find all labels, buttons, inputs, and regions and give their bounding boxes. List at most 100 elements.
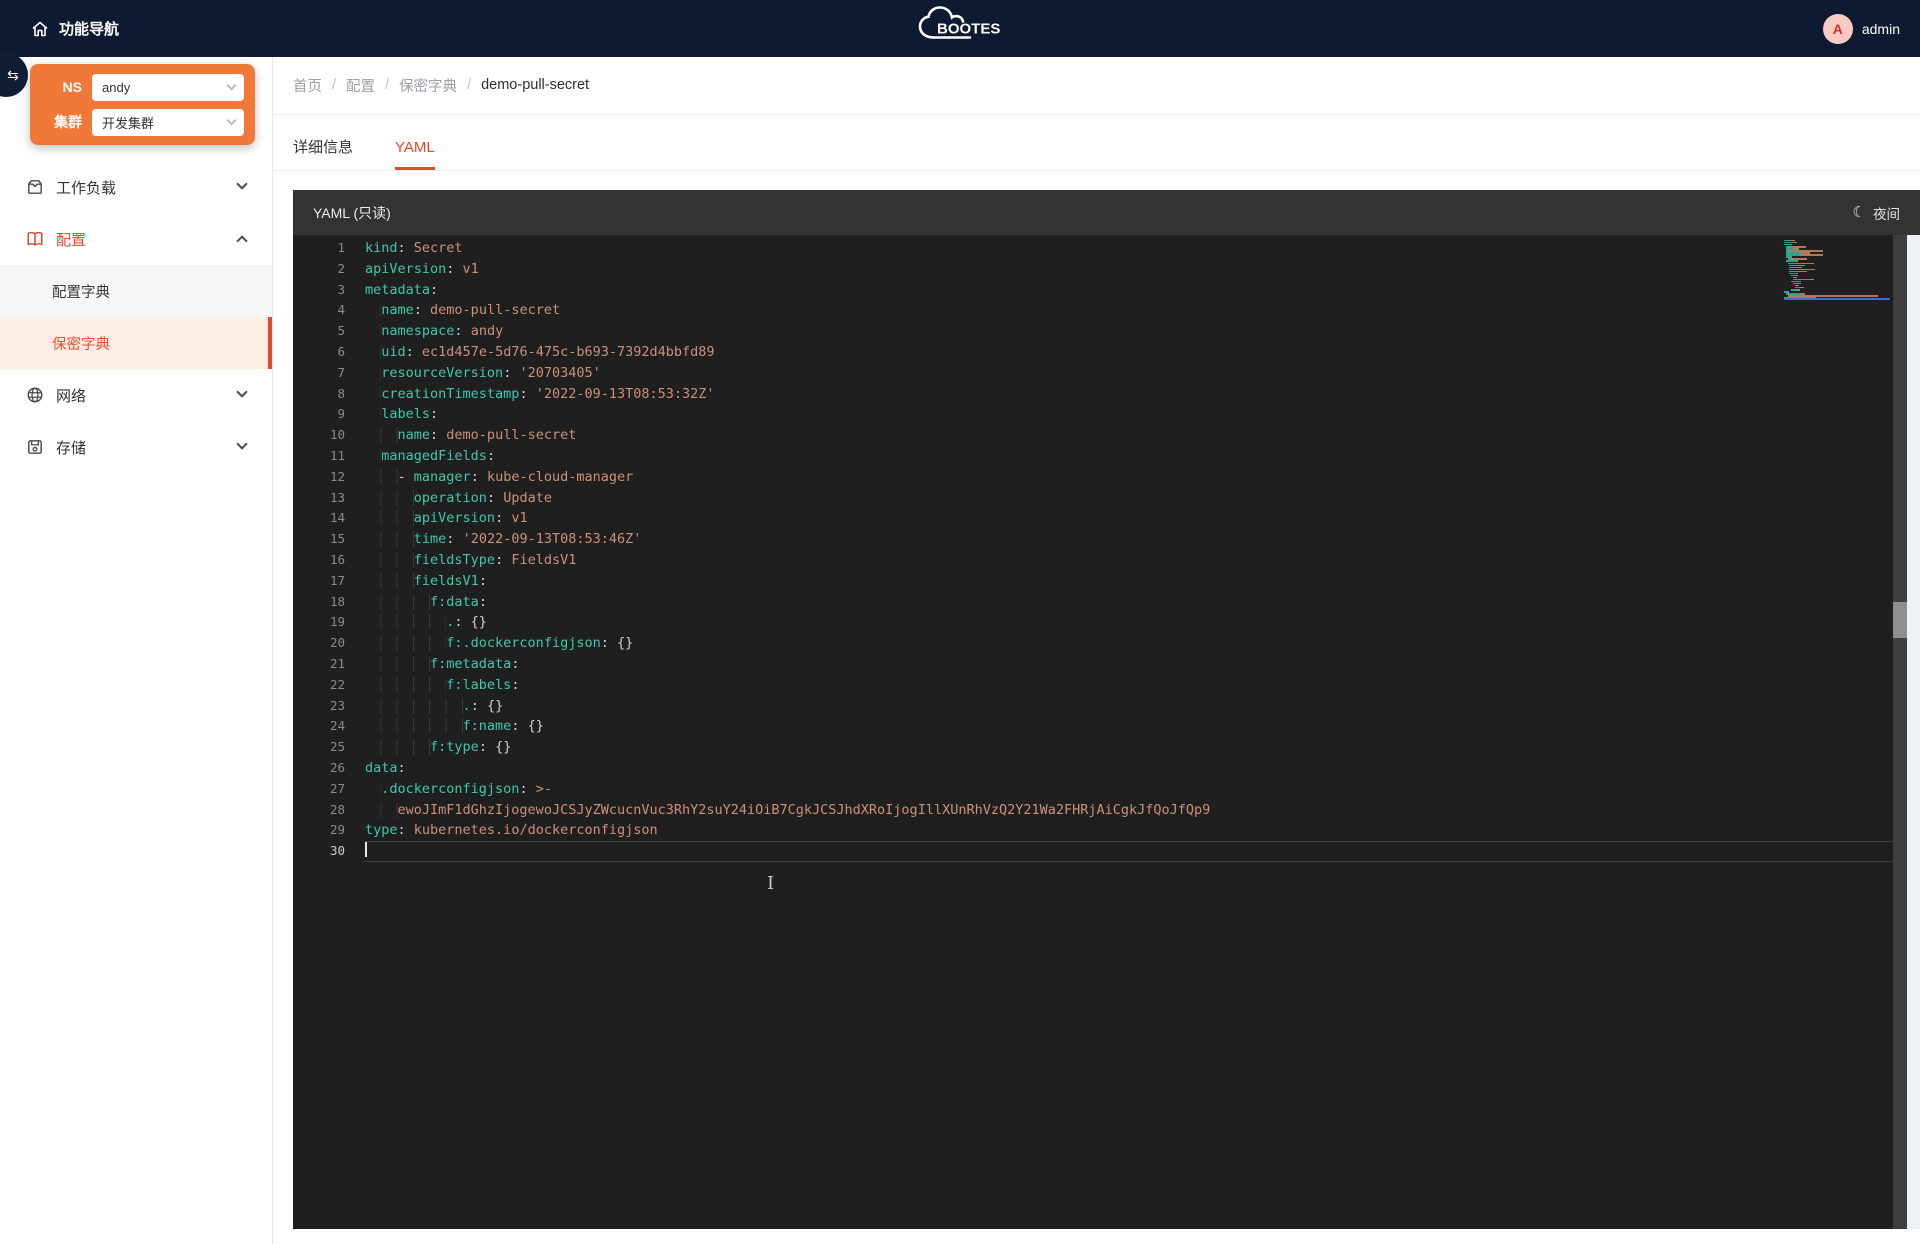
minimap-token [1810, 279, 1814, 280]
line-number: 17 [293, 571, 345, 592]
user-menu[interactable]: A admin [1823, 0, 1900, 57]
line-number: 27 [293, 779, 345, 800]
editor-scrollbar-thumb[interactable] [1893, 602, 1907, 638]
line-number: 12 [293, 467, 345, 488]
editor-scrollbar-track[interactable] [1893, 235, 1907, 1229]
code-token: apiVersion [365, 261, 446, 277]
code-token: '2022-09-13T08:53:46Z' [463, 531, 642, 547]
code-token [365, 344, 381, 360]
code-line: 4 name: demo-pull-secret [293, 300, 1920, 321]
code-token: andy [471, 323, 504, 339]
ns-select[interactable]: andy [92, 74, 244, 101]
line-content: apiVersion: v1 [365, 259, 479, 280]
code-line: 15 time: '2022-09-13T08:53:46Z' [293, 529, 1920, 550]
sidebar-item-network[interactable]: 网络 [0, 369, 272, 421]
swap-arrows-icon: ⇆ [7, 67, 19, 84]
code-token: : [430, 406, 438, 422]
code-token: : [398, 760, 406, 776]
line-content: ewoJImF1dGhzIjogewoJCSJyZWcucnVuc3RhY2su… [365, 800, 1210, 821]
breadcrumb-item: demo-pull-secret [481, 77, 589, 93]
line-content: fieldsType: FieldsV1 [365, 550, 576, 571]
code-token: metadata [365, 282, 430, 298]
breadcrumb-item[interactable]: 保密字典 [399, 75, 457, 96]
code-token: : [471, 469, 487, 485]
line-content: time: '2022-09-13T08:53:46Z' [365, 529, 641, 550]
yaml-editor: YAML (只读) ☾ 夜间 1kind: Secret2apiVersion:… [293, 190, 1920, 1229]
code-token [365, 802, 398, 818]
line-number: 8 [293, 384, 345, 405]
code-line: 1kind: Secret [293, 238, 1920, 259]
minimap[interactable] [1784, 240, 1890, 301]
breadcrumb-item[interactable]: 首页 [293, 75, 322, 96]
line-content: fieldsV1: [365, 571, 487, 592]
line-number: 16 [293, 550, 345, 571]
night-mode-toggle[interactable]: ☾ 夜间 [1853, 203, 1900, 223]
code-line: 18 f:data: [293, 592, 1920, 613]
code-token: f:type [430, 739, 479, 755]
code-line: 16 fieldsType: FieldsV1 [293, 550, 1920, 571]
sidebar-item-secret[interactable]: 保密字典 [0, 317, 272, 369]
code-token: name [398, 427, 431, 443]
code-line: 30 [293, 841, 1920, 862]
cluster-select[interactable]: 开发集群 [92, 109, 244, 136]
line-content: data: [365, 758, 406, 779]
code-token: : [446, 261, 462, 277]
home-icon [30, 19, 50, 39]
page-scrollbar[interactable] [1907, 235, 1920, 1229]
main-content: 首页/配置/保密字典/demo-pull-secret 详细信息YAML YAM… [273, 57, 1920, 1244]
nav-home-button[interactable]: 功能导航 [30, 18, 119, 39]
code-line: 24 f:name: {} [293, 716, 1920, 737]
code-line: 7 resourceVersion: '20703405' [293, 363, 1920, 384]
tab-details[interactable]: 详细信息 [293, 129, 353, 170]
code-line: 8 creationTimestamp: '2022-09-13T08:53:3… [293, 384, 1920, 405]
sidebar-item-config[interactable]: 配置 [0, 213, 272, 265]
line-content: f:labels: [365, 675, 519, 696]
code-token: f:data [430, 594, 479, 610]
editor-title: YAML (只读) [313, 203, 391, 223]
code-token: FieldsV1 [511, 552, 576, 568]
sidebar-item-workload[interactable]: 工作负载 [0, 161, 272, 213]
line-content: f:.dockerconfigjson: {} [365, 633, 633, 654]
line-number: 28 [293, 800, 345, 821]
line-content: resourceVersion: '20703405' [365, 363, 601, 384]
ns-select-value: andy [102, 80, 130, 95]
code-token: : [406, 344, 422, 360]
code-line: 3metadata: [293, 280, 1920, 301]
line-number: 21 [293, 654, 345, 675]
code-token: : [503, 365, 519, 381]
code-token [365, 302, 381, 318]
code-token: v1 [463, 261, 479, 277]
code-token: f:name [463, 718, 512, 734]
code-token: : [495, 552, 511, 568]
breadcrumb-item[interactable]: 配置 [346, 75, 375, 96]
code-token: f:.dockerconfigjson [446, 635, 600, 651]
code-line: 11 managedFields: [293, 446, 1920, 467]
code-token: Update [503, 490, 552, 506]
code-token: : [414, 302, 430, 318]
code-token: - [398, 469, 414, 485]
code-token [365, 656, 430, 672]
tab-yaml[interactable]: YAML [395, 129, 435, 170]
code-token: : [454, 323, 470, 339]
code-token: : [398, 822, 414, 838]
code-token [365, 573, 414, 589]
code-area[interactable]: 1kind: Secret2apiVersion: v13metadata:4 … [293, 235, 1920, 1229]
line-content: f:data: [365, 592, 487, 613]
sidebar-item-label: 网络 [56, 385, 86, 406]
line-content: apiVersion: v1 [365, 508, 528, 529]
minimap-token [1800, 283, 1801, 284]
code-line: 22 f:labels: [293, 675, 1920, 696]
code-token [365, 677, 446, 693]
code-token: : [446, 531, 462, 547]
line-number: 4 [293, 300, 345, 321]
code-token: data [365, 760, 398, 776]
code-token [365, 635, 446, 651]
code-line: 19 .: {} [293, 612, 1920, 633]
sidebar-item-storage[interactable]: 存储 [0, 421, 272, 473]
code-token: kube-cloud-manager [487, 469, 633, 485]
sidebar-item-configmap[interactable]: 配置字典 [0, 265, 272, 317]
line-content: f:type: {} [365, 737, 511, 758]
code-token [365, 365, 381, 381]
user-avatar: A [1823, 14, 1853, 44]
code-line: 21 f:metadata: [293, 654, 1920, 675]
